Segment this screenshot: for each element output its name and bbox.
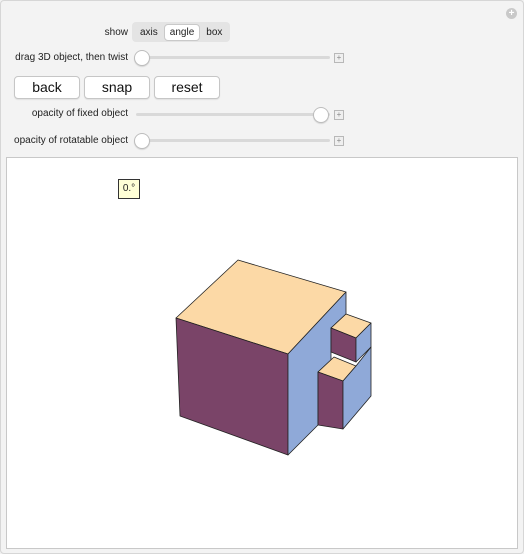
3d-object-graphic[interactable] — [0, 0, 524, 554]
lower-block-front-face — [317, 371, 344, 430]
angle-readout: 0.° — [118, 179, 140, 199]
